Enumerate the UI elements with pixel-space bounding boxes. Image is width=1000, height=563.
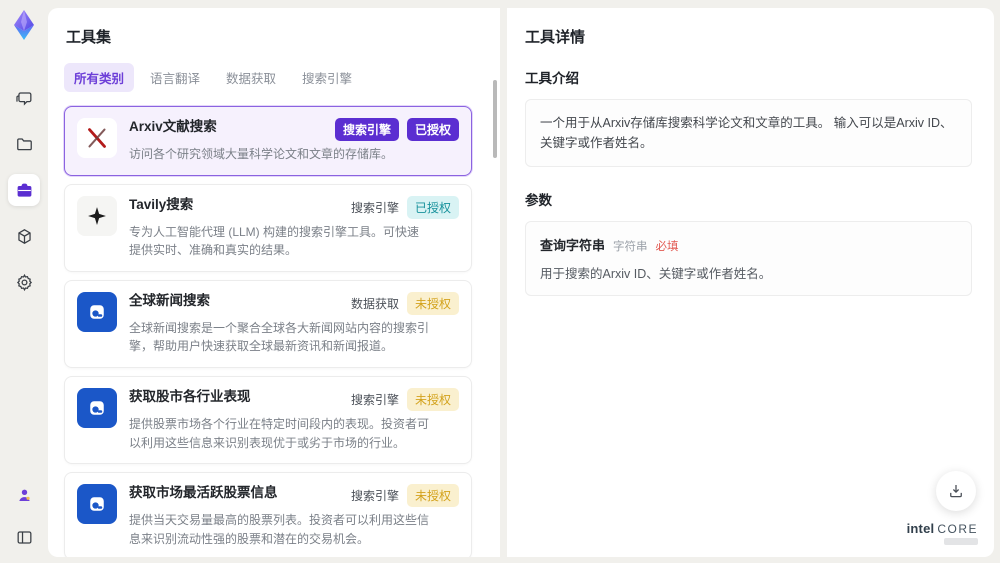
- chat-icon: [15, 91, 31, 106]
- sidebar-item-chat[interactable]: [8, 82, 40, 114]
- param-name: 查询字符串: [540, 238, 606, 253]
- tool-title: Tavily搜索: [129, 196, 194, 212]
- tab-language-translation[interactable]: 语言翻译: [140, 63, 210, 92]
- tool-description: 专为人工智能代理 (LLM) 构建的搜索引擎工具。可快速提供实时、准确和真实的结…: [129, 224, 420, 258]
- page-title: 工具集: [66, 29, 112, 46]
- tab-search-engine[interactable]: 搜索引擎: [292, 63, 362, 92]
- category-badge: 搜索引擎: [334, 118, 399, 141]
- status-badge: 已授权: [406, 118, 459, 141]
- tool-list: Arxiv文献搜索 搜索引擎 已授权 访问各个研究领域大量科学论文和文章的存储库…: [64, 106, 484, 557]
- sidebar-nav: [8, 82, 40, 298]
- tool-description: 访问各个研究领域大量科学论文和文章的存储库。: [129, 147, 394, 161]
- params-heading: 参数: [525, 193, 552, 208]
- category-tabs: 所有类别 语言翻译 数据获取 搜索引擎: [64, 63, 484, 92]
- param-required-flag: 必填: [655, 241, 679, 253]
- tool-title: 获取股市各行业表现: [129, 388, 251, 404]
- intro-heading: 工具介绍: [525, 71, 579, 86]
- intel-core-logo: intel core: [907, 522, 978, 545]
- arxiv-logo-icon: [77, 118, 117, 158]
- news-logo-icon: [77, 387, 117, 428]
- tool-description: 全球新闻搜索是一个聚合全球各大新闻网站内容的搜索引擎，帮助用户快速获取全球最新资…: [129, 320, 430, 354]
- tavily-star-icon: [77, 195, 117, 236]
- sidebar: [0, 0, 48, 563]
- sidebar-item-tools[interactable]: [8, 174, 40, 206]
- list-scrollbar[interactable]: [493, 80, 497, 158]
- param-box: 查询字符串 字符串 必填 用于搜索的Arxiv ID、关键字或作者姓名。: [525, 221, 972, 296]
- collapse-panel-icon: [17, 530, 31, 544]
- user-avatar[interactable]: [8, 479, 40, 511]
- download-icon: [950, 485, 962, 498]
- news-logo-icon: [77, 484, 117, 525]
- collapse-sidebar-button[interactable]: [8, 521, 40, 553]
- intel-wordmark: intel: [906, 521, 935, 536]
- sidebar-item-packages[interactable]: [8, 220, 40, 252]
- tool-card-tavily[interactable]: Tavily搜索 搜索引擎 已授权 专为人工智能代理 (LLM) 构建的搜索引擎…: [64, 183, 472, 272]
- folder-icon: [16, 137, 32, 150]
- tool-title: 获取市场最活跃股票信息: [129, 485, 278, 501]
- tool-description: 提供股票市场各个行业在特定时间段内的表现。投资者可以利用这些信息来识别表现优于或…: [129, 416, 430, 450]
- category-label: 搜索引擎: [350, 392, 399, 407]
- status-badge: 未授权: [406, 387, 459, 411]
- sidebar-item-files[interactable]: [8, 128, 40, 160]
- tool-card-arxiv[interactable]: Arxiv文献搜索 搜索引擎 已授权 访问各个研究领域大量科学论文和文章的存储库…: [64, 106, 472, 176]
- tool-description: 提供当天交易量最高的股票列表。投资者可以利用这些信息来识别流动性强的股票和潜在的…: [129, 513, 430, 546]
- tool-detail-panel: 工具详情 工具介绍 一个用于从Arxiv存储库搜索科学论文和文章的工具。 输入可…: [507, 8, 994, 557]
- app-logo-icon: [7, 8, 41, 42]
- category-label: 搜索引擎: [350, 489, 399, 504]
- param-type: 字符串: [613, 241, 648, 253]
- tool-card-active-stocks[interactable]: 获取市场最活跃股票信息 搜索引擎 未授权 提供当天交易量最高的股票列表。投资者可…: [64, 472, 472, 557]
- gear-icon: [16, 273, 32, 291]
- sidebar-item-settings[interactable]: [8, 266, 40, 298]
- tool-card-sector-performance[interactable]: 获取股市各行业表现 搜索引擎 未授权 提供股票市场各个行业在特定时间段内的表现。…: [64, 375, 472, 465]
- app-window: 工具集 所有类别 语言翻译 数据获取 搜索引擎 Arxiv文献搜索 搜索引擎 已…: [0, 0, 1000, 563]
- tool-list-panel: 工具集 所有类别 语言翻译 数据获取 搜索引擎 Arxiv文献搜索 搜索引擎 已…: [48, 8, 500, 557]
- download-button[interactable]: [936, 471, 976, 511]
- avatar-icon: [18, 489, 30, 501]
- intro-box: 一个用于从Arxiv存储库搜索科学论文和文章的工具。 输入可以是Arxiv ID…: [525, 99, 972, 167]
- param-description: 用于搜索的Arxiv ID、关键字或作者姓名。: [540, 267, 772, 281]
- category-label: 搜索引擎: [350, 200, 399, 215]
- status-badge: 已授权: [406, 195, 459, 219]
- cube-icon: [17, 228, 31, 244]
- core-wordmark: core: [937, 522, 978, 536]
- status-badge: 未授权: [406, 291, 459, 315]
- tool-title: Arxiv文献搜索: [129, 119, 217, 134]
- tab-all-categories[interactable]: 所有类别: [64, 63, 135, 92]
- status-badge: 未授权: [406, 484, 459, 508]
- intro-text: 一个用于从Arxiv存储库搜索科学论文和文章的工具。 输入可以是Arxiv ID…: [540, 116, 953, 150]
- briefcase-icon: [17, 183, 31, 197]
- tool-title: 全球新闻搜索: [129, 292, 210, 308]
- sidebar-bottom: [8, 479, 40, 553]
- intel-sub-badge: [944, 538, 978, 545]
- detail-title: 工具详情: [525, 29, 586, 46]
- tab-data-acquisition[interactable]: 数据获取: [216, 63, 286, 92]
- tool-card-global-news[interactable]: 全球新闻搜索 数据获取 未授权 全球新闻搜索是一个聚合全球各大新闻网站内容的搜索…: [64, 279, 472, 368]
- news-logo-icon: [77, 291, 117, 332]
- category-label: 数据获取: [350, 296, 399, 311]
